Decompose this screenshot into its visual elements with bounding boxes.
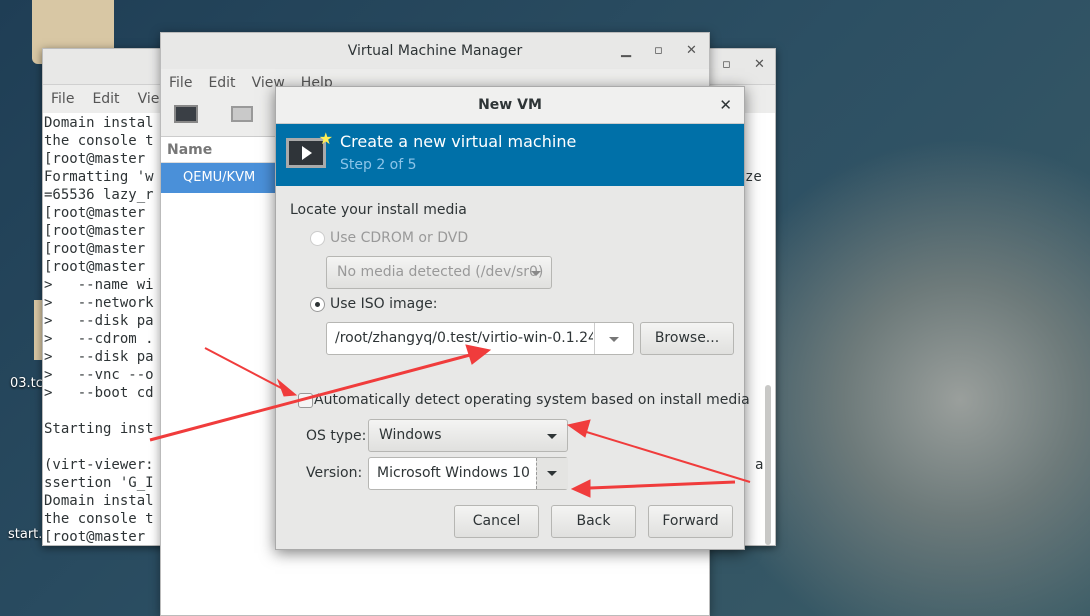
arrowhead <box>276 378 298 397</box>
annotation-arrow <box>204 347 286 391</box>
arrowhead <box>566 419 591 438</box>
annotation-arrow <box>149 353 471 442</box>
annotation-arrow <box>579 429 751 483</box>
annotation-arrow <box>589 480 736 490</box>
arrowhead <box>465 344 492 365</box>
arrowhead <box>570 479 591 498</box>
annotation-arrows <box>149 344 751 498</box>
